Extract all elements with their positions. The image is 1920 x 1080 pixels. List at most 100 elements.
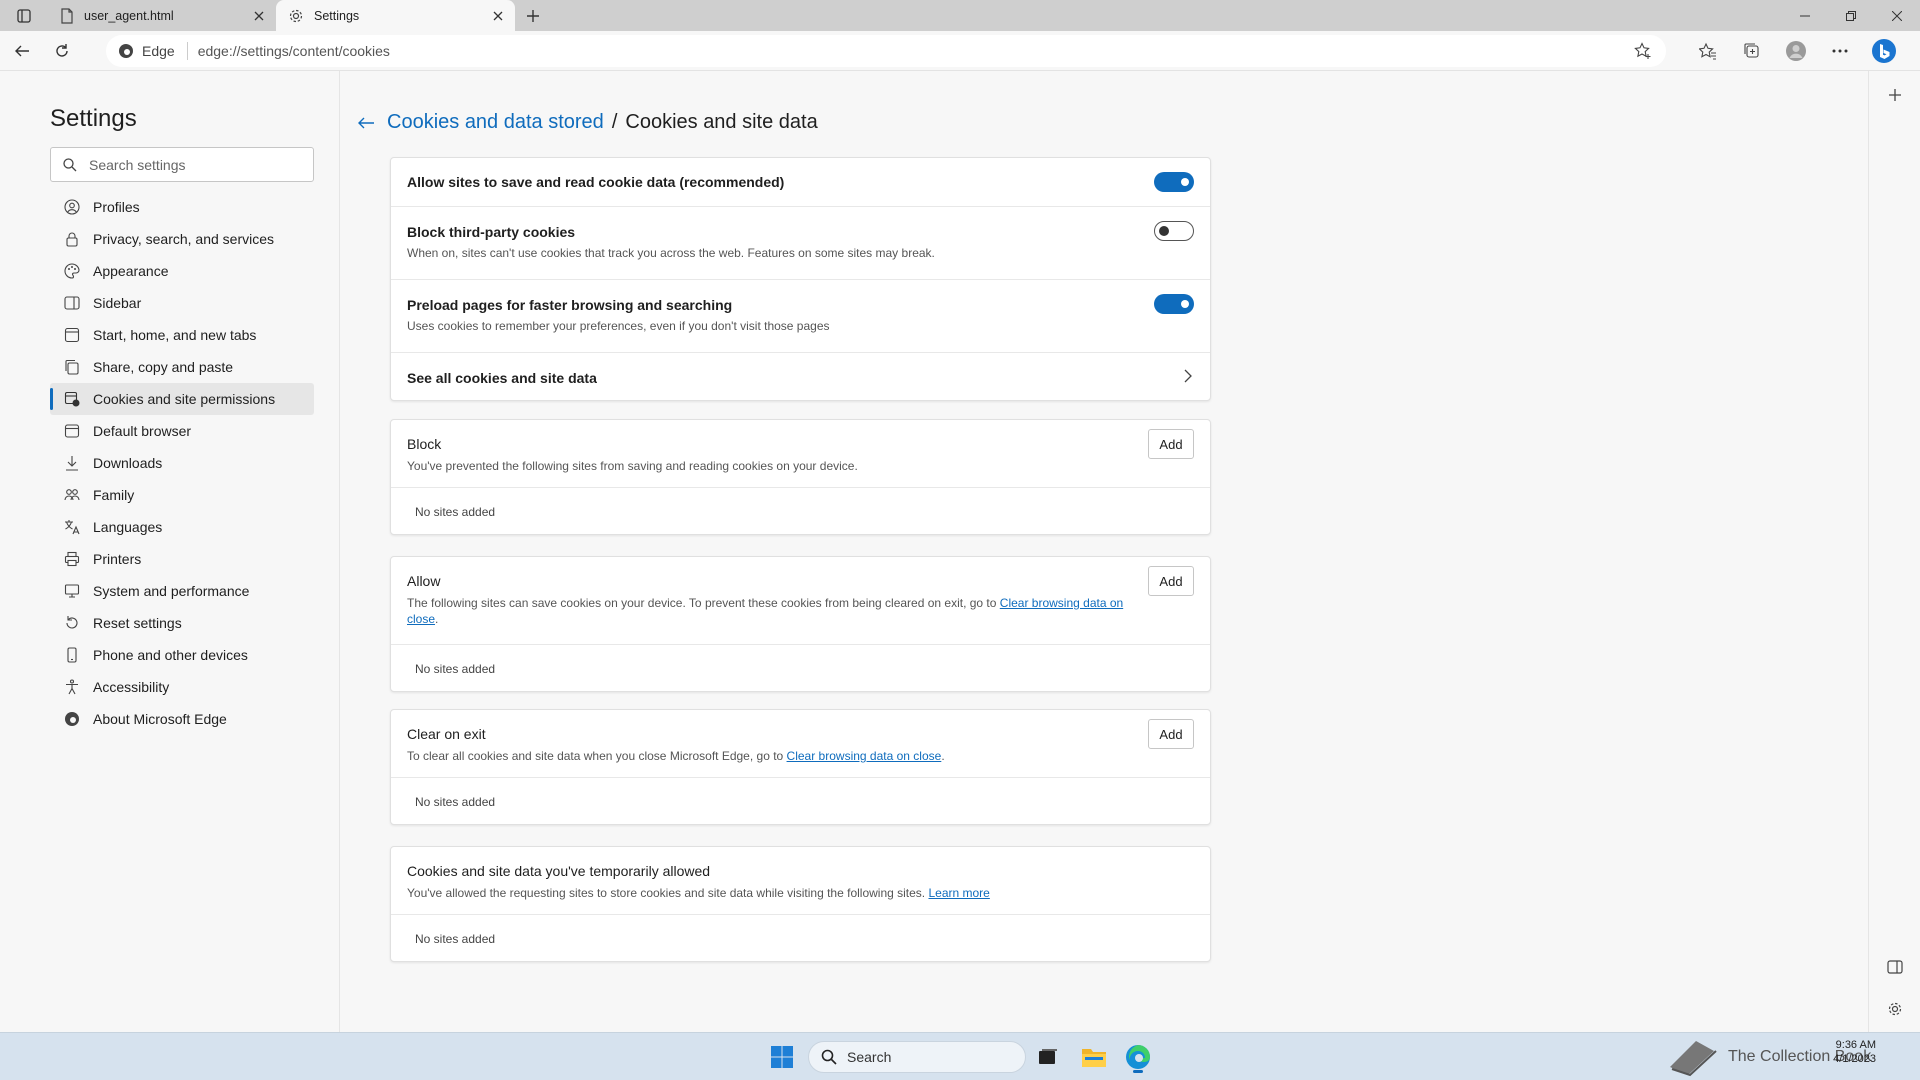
sidebar-item-label: Appearance	[93, 263, 169, 279]
allow-section: Allow The following sites can save cooki…	[390, 556, 1211, 692]
allow-header: Allow The following sites can save cooki…	[391, 557, 1210, 645]
add-favorite-icon[interactable]	[1634, 42, 1652, 60]
printer-icon	[64, 551, 80, 567]
setting-description: When on, sites can't use cookies that tr…	[407, 246, 935, 260]
address-bar[interactable]: Edge edge://settings/content/cookies	[106, 35, 1666, 67]
sidebar-item-label: Sidebar	[93, 295, 142, 311]
search-icon	[63, 157, 77, 172]
close-window-icon[interactable]	[1874, 0, 1920, 31]
sidebar-item-label: Share, copy and paste	[93, 359, 234, 375]
sidebar-item-label: System and performance	[93, 583, 250, 599]
tab-user-agent[interactable]: user_agent.html	[48, 0, 276, 31]
sidebar-item-label: Cookies and site permissions	[93, 391, 276, 407]
clear-on-exit-add-button[interactable]: Add	[1148, 719, 1194, 749]
close-icon[interactable]	[493, 11, 503, 21]
settings-nav-list: Profiles Privacy, search, and services A…	[50, 191, 314, 735]
sidebar-item-profiles[interactable]: Profiles	[50, 191, 314, 223]
tab-label: user_agent.html	[84, 8, 174, 23]
hide-sidebar-icon[interactable]	[1883, 955, 1907, 979]
sidebar-icon	[64, 296, 80, 310]
edge-logo-icon	[118, 43, 134, 59]
sidebar-item-start-home[interactable]: Start, home, and new tabs	[50, 319, 314, 351]
sidebar-item-downloads[interactable]: Downloads	[50, 447, 314, 479]
sidebar-item-label: Accessibility	[93, 679, 170, 695]
more-options-icon[interactable]	[1822, 35, 1858, 67]
back-button[interactable]	[4, 35, 40, 67]
description-text: You've allowed the requesting sites to s…	[407, 886, 929, 900]
setting-title: Allow sites to save and read cookie data…	[407, 174, 785, 190]
edge-logo-icon	[64, 711, 80, 727]
tab-label: Settings	[314, 8, 360, 23]
section-title: Cookies and site data you've temporarily…	[407, 863, 711, 879]
new-tab-button[interactable]	[515, 0, 551, 31]
search-settings[interactable]	[50, 147, 314, 182]
block-third-party-toggle[interactable]	[1154, 221, 1194, 241]
book-icon	[1666, 1037, 1718, 1077]
sidebar-item-cookies[interactable]: Cookies and site permissions	[50, 383, 314, 415]
bing-copilot-icon[interactable]	[1866, 35, 1902, 67]
windows-start-icon[interactable]	[770, 1045, 794, 1069]
sidebar-item-languages[interactable]: Languages	[50, 511, 314, 543]
back-arrow-icon[interactable]	[357, 115, 375, 131]
taskbar-task-view[interactable]	[1031, 1041, 1065, 1073]
plus-icon[interactable]	[1883, 83, 1907, 107]
sidebar-item-accessibility[interactable]: Accessibility	[50, 671, 314, 703]
favorites-icon[interactable]	[1690, 35, 1726, 67]
cookies-icon	[64, 391, 80, 407]
restore-icon[interactable]	[1828, 0, 1874, 31]
reset-icon	[64, 615, 80, 631]
profile-avatar-icon[interactable]	[1778, 35, 1814, 67]
sidebar-item-privacy[interactable]: Privacy, search, and services	[50, 223, 314, 255]
tab-actions-button[interactable]	[0, 0, 48, 31]
preload-pages-toggle[interactable]	[1154, 294, 1194, 314]
tab-settings[interactable]: Settings	[276, 0, 515, 31]
family-icon	[64, 487, 80, 503]
taskbar-edge[interactable]	[1121, 1041, 1155, 1073]
plus-icon	[526, 9, 540, 23]
search-icon	[821, 1049, 837, 1065]
window-controls	[1782, 0, 1920, 31]
section-description: You've allowed the requesting sites to s…	[407, 885, 1137, 901]
profile-icon	[64, 199, 80, 215]
accessibility-icon	[64, 679, 80, 695]
url-text[interactable]: edge://settings/content/cookies	[188, 43, 390, 59]
allow-cookies-toggle[interactable]	[1154, 172, 1194, 192]
minimize-icon[interactable]	[1782, 0, 1828, 31]
see-all-cookies-link[interactable]: See all cookies and site data	[391, 353, 1210, 400]
learn-more-link[interactable]: Learn more	[928, 886, 989, 900]
sidebar-item-appearance[interactable]: Appearance	[50, 255, 314, 287]
taskbar-file-explorer[interactable]	[1077, 1041, 1111, 1073]
taskbar-clock[interactable]: 9:36 AM 4/1/2023	[1820, 1038, 1876, 1066]
task-view-icon	[1037, 1047, 1059, 1067]
cookie-settings-card: Allow sites to save and read cookie data…	[390, 157, 1211, 401]
sidebar-item-sidebar[interactable]: Sidebar	[50, 287, 314, 319]
sidebar-item-share[interactable]: Share, copy and paste	[50, 351, 314, 383]
taskbar-search[interactable]: Search	[808, 1041, 1026, 1073]
sidebar-item-label: Privacy, search, and services	[93, 231, 275, 247]
block-add-button[interactable]: Add	[1148, 429, 1194, 459]
description-text: The following sites can save cookies on …	[407, 596, 1000, 610]
taskbar: Search The Collection Book 9:36 AM 4/1/2…	[0, 1032, 1920, 1080]
edge-badge[interactable]: Edge	[118, 42, 188, 60]
clear-browsing-data-link[interactable]: Clear browsing data on close	[787, 749, 942, 763]
breadcrumb-parent-link[interactable]: Cookies and data stored	[387, 111, 604, 134]
sidebar-item-printers[interactable]: Printers	[50, 543, 314, 575]
refresh-button[interactable]	[44, 35, 80, 67]
sidebar-item-reset[interactable]: Reset settings	[50, 607, 314, 639]
page-title: Cookies and site data	[625, 111, 818, 133]
language-icon	[64, 519, 80, 535]
sidebar-item-phone[interactable]: Phone and other devices	[50, 639, 314, 671]
block-header: Block You've prevented the following sit…	[391, 420, 1210, 488]
sidebar-item-system[interactable]: System and performance	[50, 575, 314, 607]
collections-icon[interactable]	[1734, 35, 1770, 67]
search-input[interactable]	[89, 156, 289, 173]
sidebar-settings-icon[interactable]	[1883, 997, 1907, 1021]
allow-add-button[interactable]: Add	[1148, 566, 1194, 596]
section-title: Clear on exit	[407, 726, 486, 742]
sidebar-item-default-browser[interactable]: Default browser	[50, 415, 314, 447]
close-icon[interactable]	[254, 11, 264, 21]
sidebar-item-family[interactable]: Family	[50, 479, 314, 511]
edge-logo-icon	[1125, 1044, 1151, 1070]
sidebar-item-about[interactable]: About Microsoft Edge	[50, 703, 314, 735]
clear-on-exit-section: Clear on exit To clear all cookies and s…	[390, 709, 1211, 825]
